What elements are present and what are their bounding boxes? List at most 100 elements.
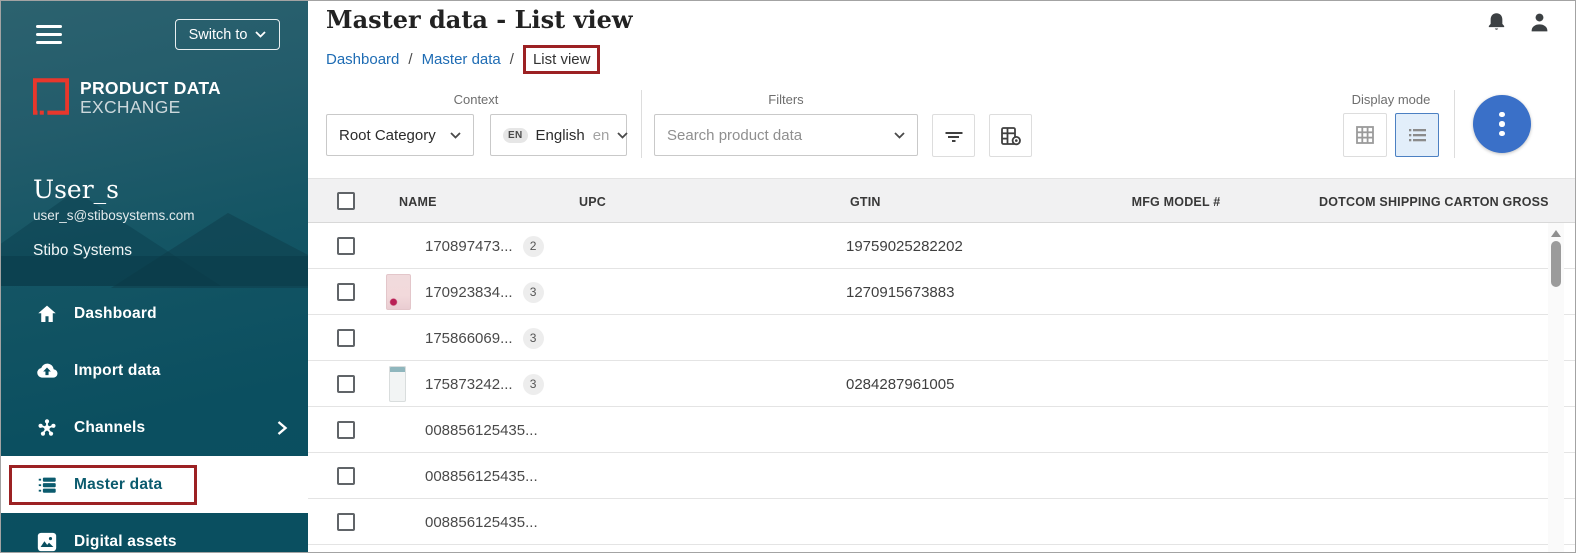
chevron-right-icon — [276, 420, 288, 436]
row-checkbox[interactable] — [337, 421, 355, 439]
digital-assets-icon — [36, 531, 58, 553]
table-row[interactable]: 170923834...31270915673883 — [308, 269, 1576, 315]
user-organization: Stibo Systems — [33, 242, 132, 260]
column-header-gtin[interactable]: GTIN — [850, 179, 881, 224]
product-thumbnail-pink-product — [386, 274, 411, 310]
row-checkbox[interactable] — [337, 467, 355, 485]
cell-name[interactable]: 175866069... — [425, 330, 513, 347]
select-all-checkbox[interactable] — [337, 192, 355, 210]
more-actions-fab-button[interactable] — [1473, 95, 1531, 153]
breadcrumb-dashboard[interactable]: Dashboard — [326, 51, 399, 68]
breadcrumb-master-data[interactable]: Master data — [422, 51, 501, 68]
cell-name[interactable]: 008856125435... — [425, 422, 538, 439]
toolbar-divider — [641, 90, 642, 158]
row-checkbox[interactable] — [337, 237, 355, 255]
main-content: Master data - List view Dashboard / Mast… — [308, 1, 1576, 553]
language-dropdown[interactable]: EN English en — [490, 114, 627, 156]
sidebar-item-label: Import data — [74, 362, 161, 380]
variant-count-badge: 3 — [523, 374, 544, 395]
page-title: Master data - List view — [326, 5, 633, 34]
breadcrumb-separator: / — [510, 51, 514, 68]
table-row[interactable]: 175873242... 3 0284287961005 — [308, 361, 1576, 407]
scrollbar-thumb[interactable] — [1551, 241, 1561, 287]
category-dropdown[interactable]: Root Category — [326, 114, 474, 156]
variant-count-badge: 3 — [523, 282, 544, 303]
filters-group-label: Filters — [654, 92, 918, 107]
logo-red-square-icon — [33, 77, 69, 116]
breadcrumb-separator: / — [408, 51, 412, 68]
product-data-exchange-logo: PRODUCT DATA EXCHANGE — [33, 77, 221, 116]
cloud-upload-icon — [36, 360, 58, 382]
cell-gtin: 19759025282202 — [846, 223, 963, 269]
kebab-dot — [1499, 131, 1505, 137]
sidebar-item-label: Master data — [74, 476, 162, 494]
logo-text-line2: EXCHANGE — [80, 98, 221, 117]
table-header: NAME UPC GTIN MFG MODEL # DOTCOM SHIPPIN… — [308, 178, 1576, 223]
row-checkbox[interactable] — [337, 513, 355, 531]
user-profile-icon[interactable] — [1528, 11, 1551, 34]
switch-to-button[interactable]: Switch to — [175, 19, 280, 50]
sidebar-item-import-data[interactable]: Import data — [1, 342, 308, 399]
sidebar-item-label: Dashboard — [74, 305, 157, 323]
user-email: user_s@stibosystems.com — [33, 208, 195, 223]
column-visibility-button[interactable] — [989, 114, 1032, 157]
display-mode-grid-button[interactable] — [1343, 113, 1387, 157]
sidebar-item-label: Channels — [74, 419, 145, 437]
kebab-dot — [1499, 121, 1505, 127]
sidebar-item-dashboard[interactable]: Dashboard — [1, 285, 308, 342]
row-checkbox[interactable] — [337, 329, 355, 347]
filter-list-icon — [942, 124, 966, 148]
grid-view-icon — [1353, 123, 1377, 147]
master-data-icon — [36, 474, 58, 496]
chevron-down-icon — [255, 31, 266, 38]
notifications-bell-icon[interactable] — [1485, 11, 1508, 34]
cell-gtin: 0284287961005 — [846, 361, 954, 407]
annotation-box-list-view: List view — [523, 45, 601, 74]
variant-count-badge: 3 — [523, 328, 544, 349]
column-header-upc[interactable]: UPC — [579, 179, 606, 224]
table-eye-icon — [999, 124, 1023, 148]
display-mode-list-button[interactable] — [1395, 113, 1439, 157]
sidebar-item-label: Digital assets — [74, 533, 177, 551]
cell-name[interactable]: 008856125435... — [425, 468, 538, 485]
table-row[interactable]: 008856125435... — [308, 407, 1576, 453]
switch-to-label: Switch to — [189, 27, 248, 43]
vertical-scrollbar[interactable] — [1548, 223, 1564, 553]
variant-count-badge: 2 — [523, 236, 544, 257]
table-row[interactable]: 175866069... 3 — [308, 315, 1576, 361]
row-checkbox[interactable] — [337, 283, 355, 301]
sidebar: Switch to PRODUCT DATA EXCHANGE User_s u… — [1, 1, 308, 553]
cell-name[interactable]: 008856125435... — [425, 514, 538, 531]
search-product-dropdown[interactable]: Search product data — [654, 114, 918, 156]
language-badge: EN — [503, 128, 528, 143]
list-view-icon — [1405, 123, 1429, 147]
sidebar-item-channels[interactable]: Channels — [1, 399, 308, 456]
column-header-mfg-model[interactable]: MFG MODEL # — [1093, 179, 1259, 224]
sidebar-item-master-data[interactable]: Master data — [1, 456, 308, 513]
language-code: en — [593, 127, 610, 144]
sidebar-item-digital-assets[interactable]: Digital assets — [1, 513, 308, 553]
filter-button[interactable] — [932, 114, 975, 157]
scrollbar-up-arrow[interactable] — [1551, 230, 1561, 237]
chevron-down-icon — [617, 132, 628, 139]
table-row[interactable]: 008856125435... — [308, 499, 1576, 545]
chevron-down-icon — [450, 132, 461, 139]
table-row[interactable]: 008856125435... — [308, 453, 1576, 499]
chevron-down-icon — [894, 132, 905, 139]
breadcrumb: Dashboard / Master data / List view — [326, 43, 600, 75]
logo-text-line1: PRODUCT DATA — [80, 79, 221, 98]
channels-hub-icon — [36, 417, 58, 439]
app-window: Switch to PRODUCT DATA EXCHANGE User_s u… — [0, 0, 1576, 553]
background-ridge — [1, 256, 308, 286]
column-header-name[interactable]: NAME — [399, 179, 437, 224]
cell-name[interactable]: 175873242... — [425, 376, 513, 393]
sidebar-nav: Dashboard Import data Channels Master data D… — [1, 285, 308, 553]
breadcrumb-list-view: List view — [533, 51, 591, 68]
table-row[interactable]: 170897473... 2 19759025282202 — [308, 223, 1576, 269]
hamburger-menu-icon[interactable] — [36, 25, 62, 44]
row-checkbox[interactable] — [337, 375, 355, 393]
cell-name[interactable]: 170923834... — [425, 284, 513, 301]
cell-name[interactable]: 170897473... — [425, 238, 513, 255]
column-header-dotcom-shipping[interactable]: DOTCOM SHIPPING CARTON GROSS — [1319, 179, 1549, 224]
table-body: 170897473... 2 19759025282202 170923834... 3… — [308, 223, 1576, 545]
